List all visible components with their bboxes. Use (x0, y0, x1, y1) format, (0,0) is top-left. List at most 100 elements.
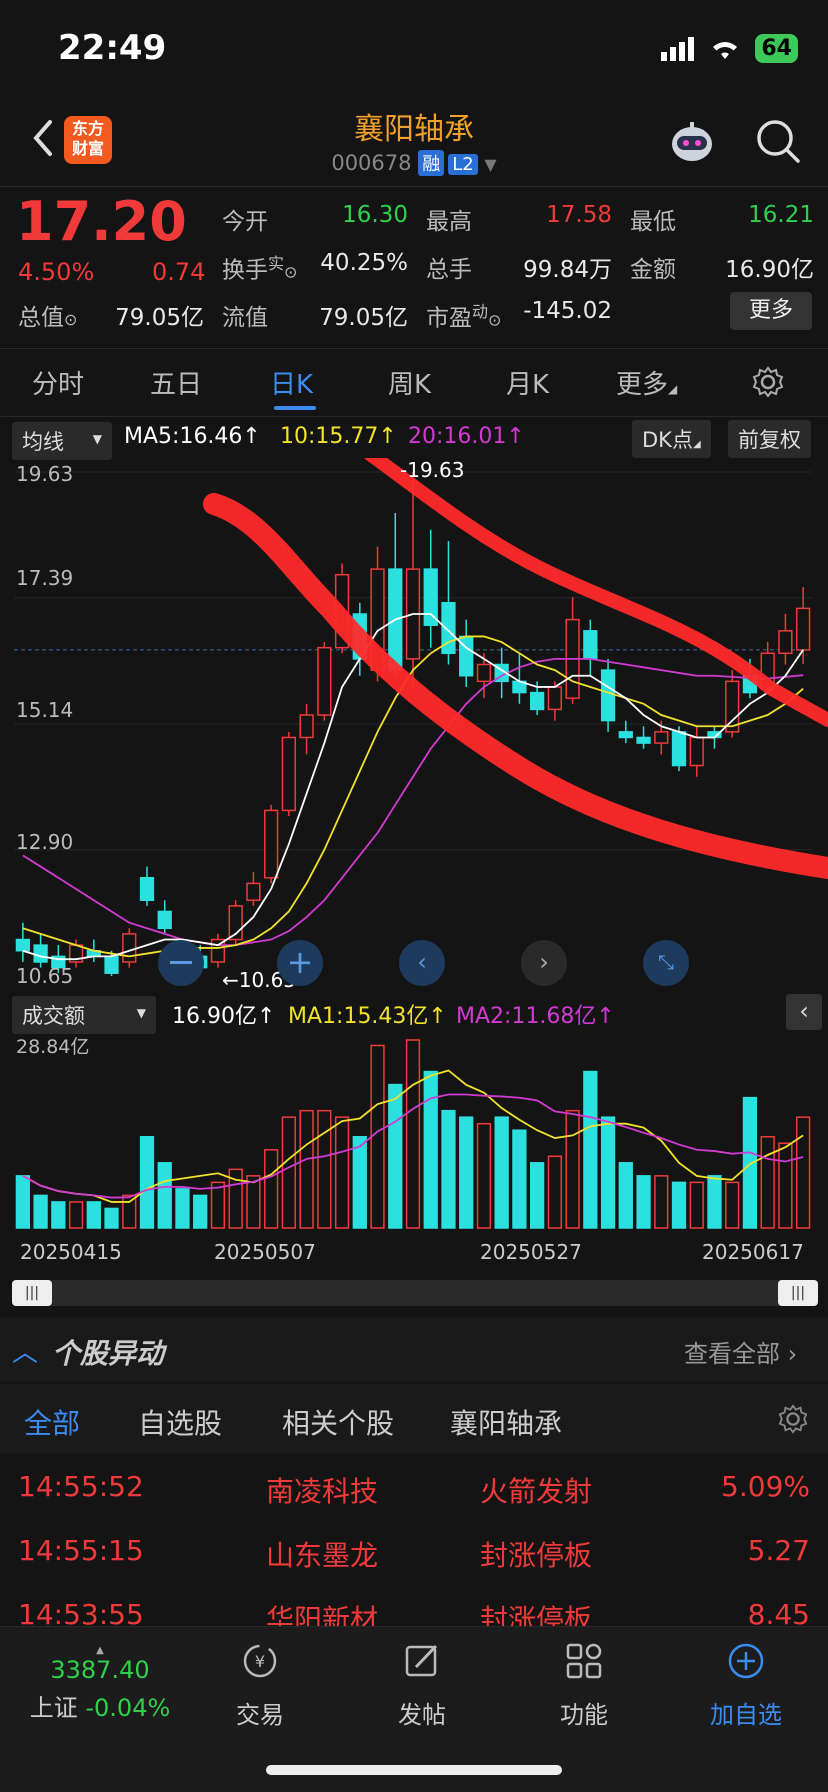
tab-more[interactable]: 更多◢ (616, 364, 677, 401)
info-icon: ⊙ (284, 262, 298, 282)
volume-bar (317, 1109, 332, 1229)
ev-tab-watchlist[interactable]: 自选股 (138, 1402, 222, 1442)
trade-icon: ¥ (243, 1644, 277, 1678)
ev-tab-all[interactable]: 全部 (24, 1402, 80, 1442)
nav-functions[interactable]: 功能 (524, 1641, 644, 1730)
chart-scrollbar[interactable]: ||| ||| (12, 1280, 818, 1306)
divider (0, 348, 828, 349)
volume-max-label: 28.84亿 (16, 1036, 90, 1058)
tab-weekly-k[interactable]: 周K (388, 364, 431, 401)
float-label: 流值 (222, 305, 268, 331)
turnover-label: 换手实⊙ (222, 254, 298, 284)
robot-icon[interactable] (668, 120, 716, 164)
volume-bar (760, 1135, 775, 1229)
candle (600, 669, 616, 722)
candle (122, 933, 137, 963)
date-label: 20250415 (20, 1240, 122, 1264)
candle (281, 736, 297, 812)
ma10-value: 10:15.77↑ (280, 424, 397, 449)
gear-icon[interactable] (752, 366, 784, 398)
scroll-right-button[interactable]: › (521, 940, 567, 986)
ma5-value: MA5:16.46↑ (124, 424, 261, 449)
candle (778, 630, 793, 655)
zoom-in-button[interactable]: + (277, 940, 323, 986)
tab-daily-k[interactable]: 日K (270, 364, 313, 401)
low-label: 最低 (630, 209, 676, 235)
events-title: 个股异动 (52, 1337, 165, 1370)
scroll-handle-left[interactable]: ||| (12, 1280, 52, 1306)
date-label: 20250527 (480, 1240, 582, 1264)
list-item[interactable]: 14:55:15 山东墨龙 封涨停板 5.27 (0, 1520, 828, 1584)
list-item[interactable]: 14:53:55 华阳新材 封涨停板 8.45 (0, 1584, 828, 1626)
volume-bar (423, 1070, 438, 1229)
tab-five-day[interactable]: 五日 (150, 364, 202, 401)
volume-bar (636, 1175, 651, 1229)
dropdown-icon[interactable]: ▼ (484, 155, 496, 174)
indicator-selector[interactable]: 均线 ▼ (12, 422, 112, 460)
volume-bar (529, 1162, 545, 1229)
ma-bar: 均线 ▼ MA5:16.46↑ 10:15.77↑ 20:16.01↑ DK点◢ … (0, 418, 828, 460)
nav-add-watchlist[interactable]: 加自选 (686, 1641, 806, 1730)
volume-chart[interactable]: 28.84亿 (0, 1030, 828, 1230)
info-icon: ⊙ (64, 310, 78, 329)
volume-bar (104, 1207, 119, 1229)
signal-icon (661, 36, 695, 61)
more-button[interactable]: 更多 (730, 292, 812, 330)
nav-trade[interactable]: ¥ 交易 (200, 1641, 320, 1730)
index-value: 3387.40 (50, 1656, 150, 1684)
nav-post[interactable]: 发帖 (362, 1641, 482, 1730)
pe-label: 市盈动⊙ (426, 302, 502, 332)
volume-bar (707, 1175, 722, 1229)
change-percent: 4.50% (18, 258, 95, 286)
search-icon[interactable] (755, 118, 801, 164)
ma20-value: 20:16.01↑ (408, 424, 525, 449)
view-all-link[interactable]: 查看全部 › (684, 1334, 797, 1369)
fullscreen-button[interactable]: ⤡ (643, 940, 689, 986)
candle (547, 686, 563, 711)
dk-point-button[interactable]: DK点◢ (632, 420, 711, 458)
y-tick-5: 10.65 (16, 964, 74, 988)
info-icon: ⊙ (488, 310, 502, 330)
adjust-button[interactable]: 前复权 (728, 420, 811, 458)
volume-bar (263, 1149, 279, 1229)
date-label: 20250617 (702, 1240, 804, 1264)
scroll-left-button[interactable]: ‹ (399, 940, 445, 986)
gear-icon[interactable] (778, 1404, 808, 1434)
volume-selector[interactable]: 成交额 ▼ (12, 996, 156, 1034)
index-widget[interactable]: ▲ 3387.40 上证 -0.04% (20, 1645, 180, 1723)
volume-bar (778, 1142, 793, 1229)
candle (15, 938, 31, 952)
scroll-handle-right[interactable]: ||| (778, 1280, 818, 1306)
ev-tab-related[interactable]: 相关个股 (282, 1402, 394, 1442)
candle (139, 877, 155, 901)
volume-bar (494, 1116, 509, 1229)
chevron-up-icon[interactable]: ︿ (12, 1332, 38, 1369)
header: 东方 财富 襄阳轴承 000678 融 L2 ▼ (0, 100, 828, 186)
ev-tab-stock[interactable]: 襄阳轴承 (450, 1402, 562, 1442)
amount-value: 16.90亿 (725, 257, 814, 283)
collapse-panel-button[interactable]: ‹ (786, 994, 822, 1030)
volume-bar (370, 1044, 385, 1229)
volume-bar (281, 1116, 297, 1229)
candle (795, 607, 811, 651)
candle (654, 731, 669, 744)
volume-bar (122, 1194, 137, 1229)
candlestick-chart[interactable]: 19.63 17.39 15.14 12.90 10.65 -19.63 ←10… (0, 447, 828, 992)
volume-bar (86, 1201, 101, 1229)
volume-bar (618, 1162, 633, 1229)
current-price: 17.20 (16, 190, 187, 253)
status-time: 22:49 (58, 28, 167, 68)
tab-monthly-k[interactable]: 月K (506, 364, 549, 401)
volume-bar (795, 1116, 811, 1229)
change-value: 0.74 (152, 258, 206, 286)
zoom-out-button[interactable] (158, 940, 204, 986)
volume-bar (15, 1175, 31, 1229)
candle (263, 809, 279, 879)
battery-indicator: 64 (755, 34, 798, 63)
volume-bar (600, 1116, 616, 1229)
list-item[interactable]: 14:55:52 南凌科技 火箭发射 5.09% (0, 1456, 828, 1520)
tab-intraday[interactable]: 分时 (32, 364, 84, 401)
volume-label: 总手 (426, 257, 472, 283)
margin-tag: 融 (418, 150, 445, 176)
divider (0, 186, 828, 187)
